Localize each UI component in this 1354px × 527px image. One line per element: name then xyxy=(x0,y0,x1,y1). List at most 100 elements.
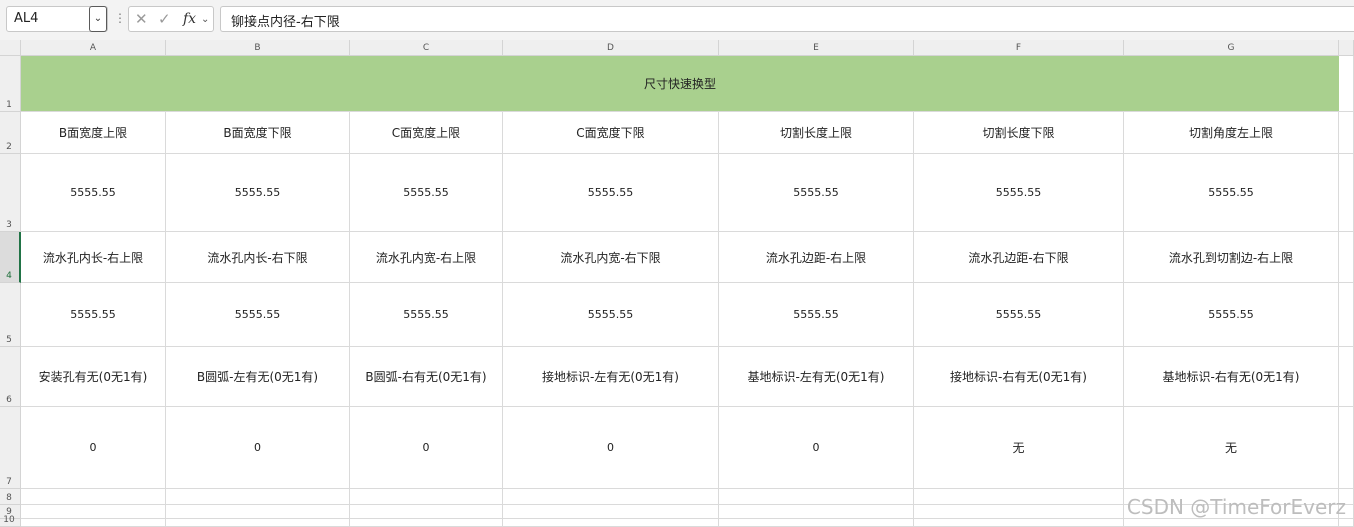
chevron-down-icon[interactable]: ⌄ xyxy=(89,6,107,32)
row-number: 10 xyxy=(3,515,15,525)
cell-empty[interactable] xyxy=(21,505,166,519)
cell-empty[interactable] xyxy=(166,505,350,519)
cell-empty[interactable] xyxy=(914,505,1124,519)
row-header-3[interactable]: 3 xyxy=(0,154,21,232)
cell-g5[interactable]: 5555.55 xyxy=(1124,283,1339,347)
cell-c5[interactable]: 5555.55 xyxy=(350,283,503,347)
title-cell[interactable]: 尺寸快速换型 xyxy=(21,56,1339,112)
column-header-a[interactable]: A xyxy=(21,40,166,56)
cell-empty[interactable] xyxy=(1339,154,1354,232)
fx-label[interactable]: fx xyxy=(183,11,196,27)
cell-empty[interactable] xyxy=(350,519,503,527)
cell-empty[interactable] xyxy=(1339,407,1354,489)
cell-g3[interactable]: 5555.55 xyxy=(1124,154,1339,232)
cell-empty[interactable] xyxy=(21,519,166,527)
cell-g6[interactable]: 基地标识-右有无(0无1有) xyxy=(1124,347,1339,407)
column-header-e[interactable]: E xyxy=(719,40,914,56)
formula-input[interactable]: 铆接点内径-右下限 xyxy=(220,6,1354,32)
cell-d5[interactable]: 5555.55 xyxy=(503,283,719,347)
row-header-4[interactable]: 4 xyxy=(0,232,21,283)
cell-c7[interactable]: 0 xyxy=(350,407,503,489)
cell-e5[interactable]: 5555.55 xyxy=(719,283,914,347)
cell-a7[interactable]: 0 xyxy=(21,407,166,489)
cell-empty[interactable] xyxy=(503,489,719,505)
cell-d4[interactable]: 流水孔内宽-右下限 xyxy=(503,232,719,283)
cell-a6[interactable]: 安装孔有无(0无1有) xyxy=(21,347,166,407)
cell-g7[interactable]: 无 xyxy=(1124,407,1339,489)
column-header-b[interactable]: B xyxy=(166,40,350,56)
row-number: 8 xyxy=(6,493,12,503)
name-box[interactable]: AL4 ⌄ xyxy=(6,6,108,32)
check-icon[interactable]: ✓ xyxy=(158,10,171,28)
column-header-c[interactable]: C xyxy=(350,40,503,56)
cell-d2[interactable]: C面宽度下限 xyxy=(503,112,719,154)
cell-empty[interactable] xyxy=(166,519,350,527)
cell-c6[interactable]: B圆弧-右有无(0无1有) xyxy=(350,347,503,407)
cell-d6[interactable]: 接地标识-左有无(0无1有) xyxy=(503,347,719,407)
cell-f7[interactable]: 无 xyxy=(914,407,1124,489)
row-header-8[interactable]: 8 xyxy=(0,489,21,505)
column-header-d[interactable]: D xyxy=(503,40,719,56)
cell-g4[interactable]: 流水孔到切割边-右上限 xyxy=(1124,232,1339,283)
cell-b5[interactable]: 5555.55 xyxy=(166,283,350,347)
column-header-f[interactable]: F xyxy=(914,40,1124,56)
cell-f5[interactable]: 5555.55 xyxy=(914,283,1124,347)
cell-empty[interactable] xyxy=(1339,283,1354,347)
cell-c2[interactable]: C面宽度上限 xyxy=(350,112,503,154)
cell-f4[interactable]: 流水孔边距-右下限 xyxy=(914,232,1124,283)
cell-empty[interactable] xyxy=(1339,347,1354,407)
cell-a4[interactable]: 流水孔内长-右上限 xyxy=(21,232,166,283)
row-header-5[interactable]: 5 xyxy=(0,283,21,347)
select-all-corner[interactable] xyxy=(0,40,21,56)
cell-d3[interactable]: 5555.55 xyxy=(503,154,719,232)
cell-e4[interactable]: 流水孔边距-右上限 xyxy=(719,232,914,283)
cell-g2[interactable]: 切割角度左上限 xyxy=(1124,112,1339,154)
cell-empty[interactable] xyxy=(914,519,1124,527)
chevron-down-icon[interactable]: ⌄ xyxy=(201,14,209,25)
cell-empty[interactable] xyxy=(350,489,503,505)
name-box-value: AL4 xyxy=(14,11,39,26)
cell-b4[interactable]: 流水孔内长-右下限 xyxy=(166,232,350,283)
row-header-2[interactable]: 2 xyxy=(0,112,21,154)
cell-d7[interactable]: 0 xyxy=(503,407,719,489)
cell-empty[interactable] xyxy=(21,489,166,505)
cell-a3[interactable]: 5555.55 xyxy=(21,154,166,232)
cell-b3[interactable]: 5555.55 xyxy=(166,154,350,232)
cell-c4[interactable]: 流水孔内宽-右上限 xyxy=(350,232,503,283)
cell-e6[interactable]: 基地标识-左有无(0无1有) xyxy=(719,347,914,407)
cell-e3[interactable]: 5555.55 xyxy=(719,154,914,232)
cell-empty[interactable] xyxy=(1339,519,1354,527)
cell-empty[interactable] xyxy=(350,505,503,519)
formula-buttons: ✕ ✓ fx ⌄ xyxy=(128,6,214,32)
row-header-1[interactable]: 1 xyxy=(0,56,21,112)
cell-f2[interactable]: 切割长度下限 xyxy=(914,112,1124,154)
cell-c3[interactable]: 5555.55 xyxy=(350,154,503,232)
cell-a5[interactable]: 5555.55 xyxy=(21,283,166,347)
cell-f6[interactable]: 接地标识-右有无(0无1有) xyxy=(914,347,1124,407)
row-header-7[interactable]: 7 xyxy=(0,407,21,489)
column-header-next[interactable] xyxy=(1339,40,1354,56)
cell-e2[interactable]: 切割长度上限 xyxy=(719,112,914,154)
column-header-g[interactable]: G xyxy=(1124,40,1339,56)
close-icon[interactable]: ✕ xyxy=(135,10,148,28)
cell-empty[interactable] xyxy=(1339,232,1354,283)
cell-empty[interactable] xyxy=(1124,519,1339,527)
cell-b6[interactable]: B圆弧-左有无(0无1有) xyxy=(166,347,350,407)
cell-empty[interactable] xyxy=(503,519,719,527)
more-vertical-icon[interactable]: ⋮ xyxy=(114,11,126,25)
cell-empty[interactable] xyxy=(166,489,350,505)
cell-empty[interactable] xyxy=(1339,112,1354,154)
cell-a2[interactable]: B面宽度上限 xyxy=(21,112,166,154)
row-header-6[interactable]: 6 xyxy=(0,347,21,407)
cell-empty[interactable] xyxy=(503,505,719,519)
cell-b2[interactable]: B面宽度下限 xyxy=(166,112,350,154)
cell-b7[interactable]: 0 xyxy=(166,407,350,489)
cell-empty[interactable] xyxy=(719,489,914,505)
cell-e7[interactable]: 0 xyxy=(719,407,914,489)
row-header-10[interactable]: 10 xyxy=(0,515,21,527)
cell-empty[interactable] xyxy=(719,519,914,527)
cell-empty[interactable] xyxy=(914,489,1124,505)
cell-empty[interactable] xyxy=(1339,56,1354,112)
cell-empty[interactable] xyxy=(719,505,914,519)
cell-f3[interactable]: 5555.55 xyxy=(914,154,1124,232)
